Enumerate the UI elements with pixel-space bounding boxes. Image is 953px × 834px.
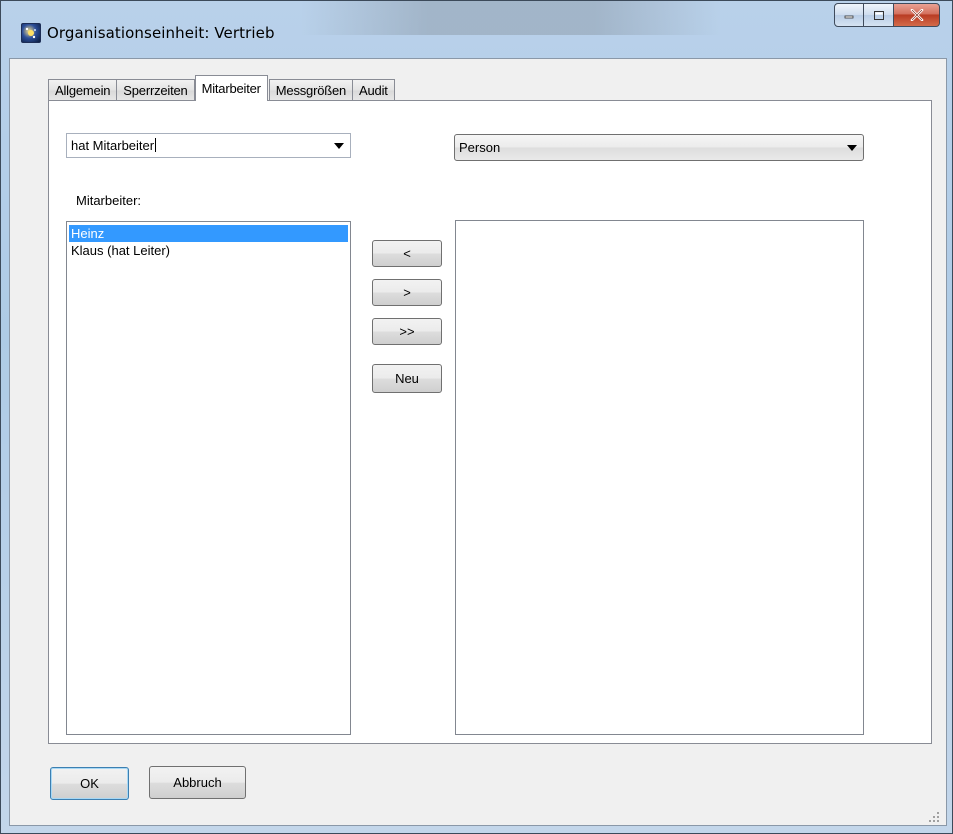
tab-sperrzeiten[interactable]: Sperrzeiten bbox=[116, 79, 195, 101]
chevron-down-icon[interactable] bbox=[847, 145, 857, 151]
add-member-button[interactable]: < bbox=[372, 240, 442, 267]
remove-all-members-button[interactable]: >> bbox=[372, 318, 442, 345]
relation-combobox[interactable]: hat Mitarbeiter bbox=[66, 133, 351, 158]
caption-buttons bbox=[834, 3, 940, 31]
new-member-button[interactable]: Neu bbox=[372, 364, 442, 393]
title-bar-glass bbox=[301, 1, 721, 35]
close-icon bbox=[910, 9, 923, 21]
cancel-button[interactable]: Abbruch bbox=[149, 766, 246, 799]
chevron-down-icon[interactable] bbox=[334, 143, 344, 149]
tab-messgroessen[interactable]: Messgrößen bbox=[268, 79, 354, 101]
maximize-button[interactable] bbox=[864, 3, 894, 27]
minimize-icon bbox=[844, 15, 854, 19]
tab-mitarbeiter[interactable]: Mitarbeiter bbox=[194, 75, 268, 101]
type-combobox-value: Person bbox=[459, 140, 501, 155]
maximize-icon bbox=[873, 10, 884, 20]
relation-combobox-value[interactable]: hat Mitarbeiter bbox=[71, 138, 157, 153]
type-combobox[interactable]: Person bbox=[454, 134, 864, 161]
ok-button[interactable]: OK bbox=[50, 767, 129, 800]
resize-grip-icon[interactable] bbox=[929, 812, 939, 822]
close-button[interactable] bbox=[894, 3, 940, 27]
text-caret bbox=[155, 138, 157, 152]
tab-allgemein[interactable]: Allgemein bbox=[48, 79, 118, 101]
members-label: Mitarbeiter: bbox=[76, 193, 142, 208]
list-item[interactable]: Klaus (hat Leiter) bbox=[69, 242, 348, 259]
members-listbox[interactable]: Heinz Klaus (hat Leiter) bbox=[66, 221, 351, 735]
list-item[interactable]: Heinz bbox=[69, 225, 348, 242]
remove-member-button[interactable]: > bbox=[372, 279, 442, 306]
window-title: Organisationseinheit: Vertrieb bbox=[47, 24, 275, 42]
title-bar[interactable]: Organisationseinheit: Vertrieb bbox=[1, 1, 952, 43]
tab-audit[interactable]: Audit bbox=[352, 79, 395, 101]
minimize-button[interactable] bbox=[834, 3, 864, 27]
tab-strip: Allgemein Sperrzeiten Mitarbeiter Messgr… bbox=[48, 75, 395, 101]
available-listbox[interactable] bbox=[455, 220, 864, 735]
app-icon[interactable] bbox=[21, 23, 41, 43]
